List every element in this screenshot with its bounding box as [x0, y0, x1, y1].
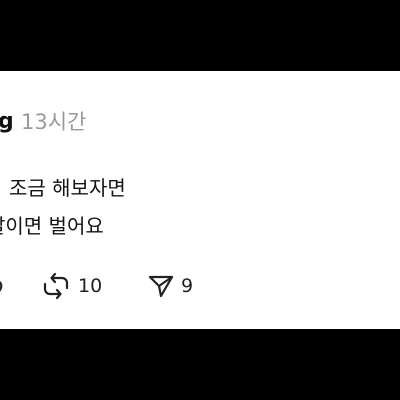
post-timestamp: 13시간: [21, 110, 87, 134]
repost-button[interactable]: 10: [40, 271, 102, 301]
post-text-line: 조금 해보자면: [9, 176, 126, 200]
like-button[interactable]: [0, 271, 6, 301]
repost-count: 10: [78, 275, 103, 297]
share-count: 9: [181, 275, 194, 297]
repost-icon: [43, 272, 69, 300]
author-username[interactable]: g: [0, 107, 14, 137]
share-button[interactable]: 9: [147, 271, 193, 301]
send-icon: [148, 275, 174, 298]
post-text-line: 달이면 벌어요: [0, 214, 104, 238]
heart-icon: [0, 281, 3, 292]
